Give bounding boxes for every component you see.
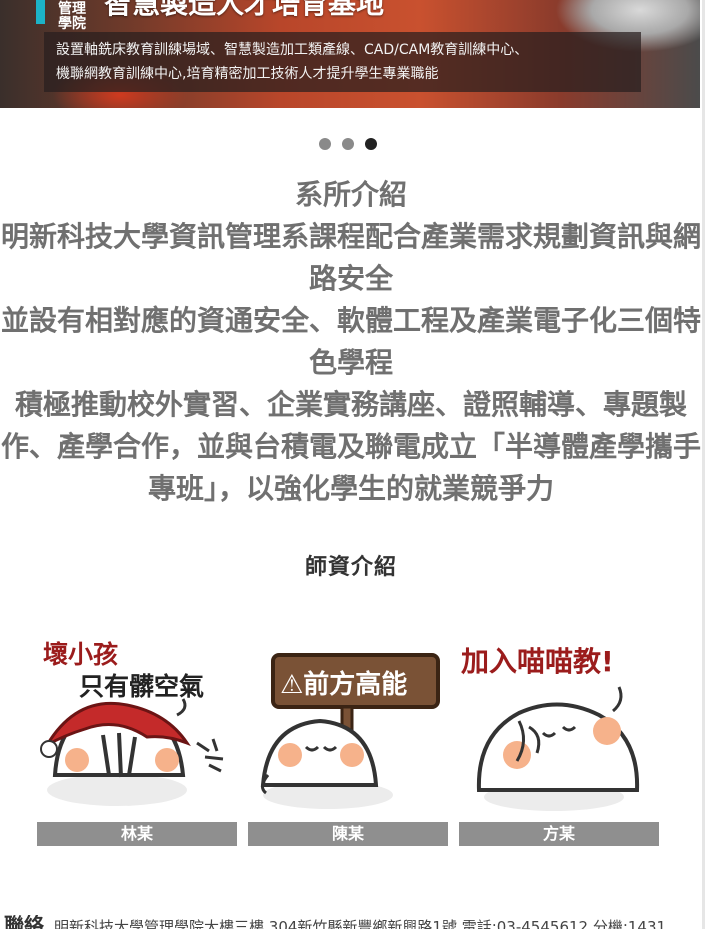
faculty-name[interactable]: 林某 <box>37 822 237 846</box>
faculty-card[interactable]: 壞小孩 只有髒空氣 林某 <box>37 625 237 846</box>
hero-banner[interactable]: 管理學院 智慧製造人才培育基地 設置軸銑床教育訓練場域、智慧製造加工類產線、CA… <box>0 0 700 108</box>
high-energy-sticker-image[interactable]: ⚠前方高能 <box>248 625 448 815</box>
sticker-text: 壞小孩 <box>43 640 118 669</box>
hero-description: 設置軸銑床教育訓練場域、智慧製造加工類產線、CAD/CAM教育訓練中心、 機聯網… <box>44 32 641 92</box>
department-intro: 系所介紹 明新科技大學資訊管理系課程配合產業需求規劃資訊與網路安全 並設有相對應… <box>0 174 702 510</box>
contact-footer: 聯絡 明新科技大學管理學院大樓三樓 304新竹縣新豐鄉新興路1號 電話:03-45… <box>0 915 702 929</box>
carousel-dot-1[interactable] <box>319 138 331 150</box>
intro-paragraph: 並設有相對應的資通安全、軟體工程及產業電子化三個特色學程 <box>0 304 701 379</box>
hero-description-line: 設置軸銑床教育訓練場域、智慧製造加工類產線、CAD/CAM教育訓練中心、 <box>56 42 529 58</box>
hero-description-line: 機聯網教育訓練中心,培育精密加工技術人才提升學生專業職能 <box>56 66 439 82</box>
intro-paragraph: 明新科技大學資訊管理系課程配合產業需求規劃資訊與網路安全 <box>0 220 701 295</box>
carousel-dot-2[interactable] <box>342 138 354 150</box>
faculty-section-title: 師資介紹 <box>304 555 397 580</box>
carousel-dots <box>319 138 377 150</box>
faculty-card[interactable]: 加入喵喵教! 方某 <box>459 625 659 846</box>
sticker-text: 加入喵喵教! <box>461 645 614 678</box>
faculty-card[interactable]: ⚠前方高能 陳某 <box>248 625 448 846</box>
bad-kid-sticker-image[interactable]: 壞小孩 只有髒空氣 <box>37 625 237 815</box>
intro-heading: 系所介紹 <box>294 178 407 211</box>
hero-title: 智慧製造人才培育基地 <box>104 0 385 20</box>
faculty-name[interactable]: 方某 <box>459 822 659 846</box>
hero-accent-bar <box>36 0 45 24</box>
faculty-name[interactable]: 陳某 <box>248 822 448 846</box>
intro-paragraph: 積極推動校外實習、企業實務講座、證照輔導、專題製作、產學合作，並與台積電及聯電成… <box>0 388 701 505</box>
footer-label: 聯絡 <box>4 915 44 929</box>
join-meow-sticker-image[interactable]: 加入喵喵教! <box>459 625 659 815</box>
sticker-text: 只有髒空氣 <box>79 672 204 701</box>
sticker-text: ⚠前方高能 <box>280 669 407 700</box>
footer-address: 明新科技大學管理學院大樓三樓 304新竹縣新豐鄉新興路1號 電話:03-4545… <box>54 918 682 929</box>
carousel-dot-3-active[interactable] <box>365 138 377 150</box>
hero-college-label: 管理學院 <box>58 1 86 32</box>
